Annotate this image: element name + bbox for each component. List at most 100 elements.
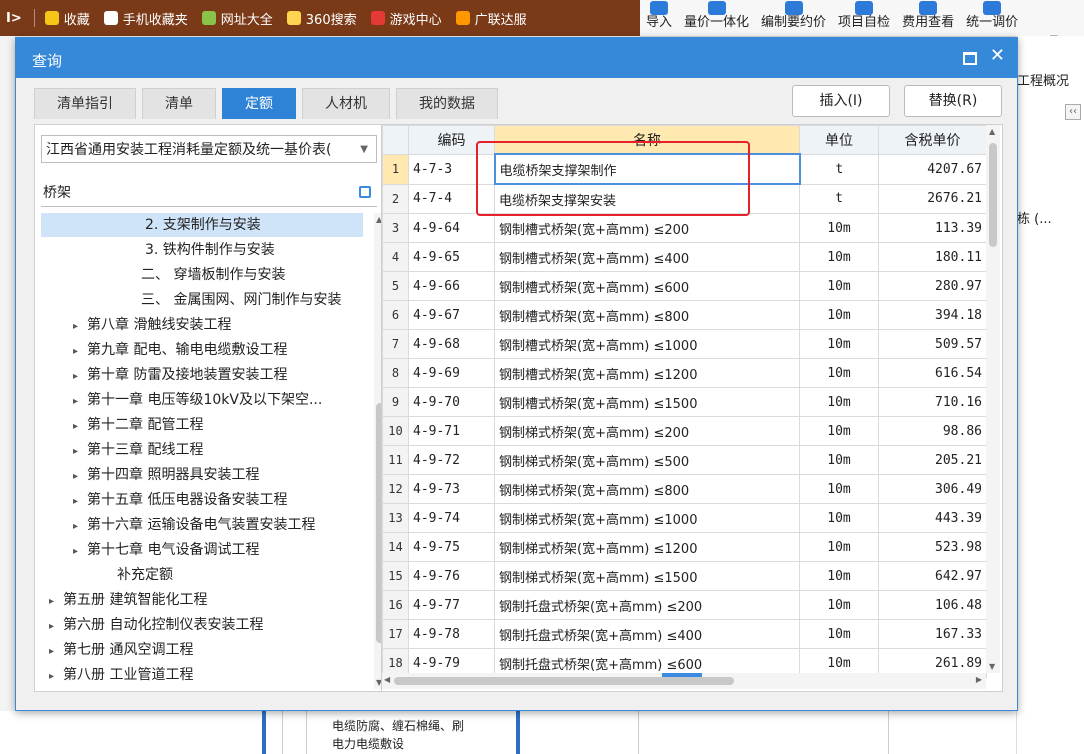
- tree-item[interactable]: ▸ 第十四章 照明器具安装工程: [41, 463, 363, 487]
- name-cell[interactable]: 钢制槽式桥架(宽+高mm) ≤600: [494, 271, 800, 301]
- price-cell[interactable]: 523.98: [878, 532, 987, 562]
- row-number-cell[interactable]: 4: [382, 242, 409, 272]
- row-number-cell[interactable]: 5: [382, 271, 409, 301]
- expand-icon[interactable]: ▸: [73, 440, 87, 464]
- tab-item[interactable]: 人材机: [302, 88, 390, 119]
- table-row[interactable]: 17 4-9-78 钢制托盘式桥架(宽+高mm) ≤400 10m 167.33: [382, 619, 987, 649]
- tree-item[interactable]: 电缆防腐、缠石棉绳、刷: [332, 717, 464, 734]
- name-cell[interactable]: 钢制槽式桥架(宽+高mm) ≤1000: [494, 329, 800, 359]
- ribbon-button[interactable]: 统一调价: [960, 1, 1024, 36]
- name-cell[interactable]: 钢制槽式桥架(宽+高mm) ≤1500: [494, 387, 800, 417]
- name-cell[interactable]: 钢制梯式桥架(宽+高mm) ≤500: [494, 445, 800, 475]
- tab-item[interactable]: 清单: [142, 88, 216, 119]
- tree-item[interactable]: ▸ 第七册 通风空调工程: [41, 638, 363, 662]
- tree-item[interactable]: ▸ 第八章 滑触线安装工程: [41, 313, 363, 337]
- bookmark-item[interactable]: 收藏: [44, 9, 90, 28]
- sidebar-toggle-icon[interactable]: I>: [6, 11, 22, 26]
- table-row[interactable]: 4 4-9-65 钢制槽式桥架(宽+高mm) ≤400 10m 180.11: [382, 242, 987, 272]
- row-number-cell[interactable]: 16: [382, 590, 409, 620]
- row-number-cell[interactable]: 15: [382, 561, 409, 591]
- expand-icon[interactable]: ▸: [73, 315, 87, 339]
- table-row[interactable]: 1 4-7-3 电缆桥架支撑架制作 t 4207.67: [382, 153, 987, 185]
- unit-cell[interactable]: 10m: [799, 503, 879, 533]
- tree-item[interactable]: 2. 支架制作与安装: [41, 213, 363, 237]
- unit-cell[interactable]: 10m: [799, 358, 879, 388]
- project-overview-label[interactable]: 工程概况: [1017, 70, 1069, 89]
- bookmark-item[interactable]: 游戏中心: [370, 9, 442, 28]
- table-row[interactable]: 3 4-9-64 钢制槽式桥架(宽+高mm) ≤200 10m 113.39: [382, 213, 987, 243]
- table-row[interactable]: 2 4-7-4 电缆桥架支撑架安装 t 2676.21: [382, 183, 987, 214]
- table-row[interactable]: 5 4-9-66 钢制槽式桥架(宽+高mm) ≤600 10m 280.97: [382, 271, 987, 301]
- tab-item[interactable]: 定额: [222, 88, 296, 119]
- collapse-icon[interactable]: ‹‹: [1065, 104, 1081, 120]
- tree-item[interactable]: 电力电缆敷设: [332, 735, 404, 752]
- chevron-down-icon[interactable]: ▼: [360, 136, 368, 162]
- search-input[interactable]: 桥架: [41, 179, 377, 207]
- name-cell[interactable]: 电缆桥架支撑架安装: [494, 183, 800, 214]
- table-row[interactable]: 10 4-9-71 钢制梯式桥架(宽+高mm) ≤200 10m 98.86: [382, 416, 987, 446]
- price-column-header[interactable]: 含税单价: [878, 125, 987, 155]
- row-number-cell[interactable]: 17: [382, 619, 409, 649]
- unit-cell[interactable]: 10m: [799, 213, 879, 243]
- code-cell[interactable]: 4-9-76: [408, 561, 495, 591]
- tree-item[interactable]: 3. 铁构件制作与安装: [41, 238, 363, 262]
- unit-cell[interactable]: 10m: [799, 242, 879, 272]
- tree-item[interactable]: ▸ 第十六章 运输设备电气装置安装工程: [41, 513, 363, 537]
- dialog-title-bar[interactable]: 查询 ✕: [16, 38, 1017, 78]
- table-row[interactable]: 8 4-9-69 钢制槽式桥架(宽+高mm) ≤1200 10m 616.54: [382, 358, 987, 388]
- name-cell[interactable]: 钢制槽式桥架(宽+高mm) ≤200: [494, 213, 800, 243]
- price-cell[interactable]: 443.39: [878, 503, 987, 533]
- expand-icon[interactable]: ▸: [73, 365, 87, 389]
- table-row[interactable]: 11 4-9-72 钢制梯式桥架(宽+高mm) ≤500 10m 205.21: [382, 445, 987, 475]
- price-cell[interactable]: 509.57: [878, 329, 987, 359]
- tree-item[interactable]: ▸ 第九章 配电、输电电缆敷设工程: [41, 338, 363, 362]
- expand-icon[interactable]: ▸: [73, 415, 87, 439]
- code-cell[interactable]: 4-9-66: [408, 271, 495, 301]
- tree-item[interactable]: ▸ 第十一章 电压等级10kV及以下架空...: [41, 388, 363, 412]
- expand-icon[interactable]: ▸: [73, 540, 87, 564]
- bookmark-item[interactable]: 广联达服: [455, 9, 527, 28]
- expand-icon[interactable]: ▸: [49, 590, 63, 614]
- price-cell[interactable]: 106.48: [878, 590, 987, 620]
- name-cell[interactable]: 钢制托盘式桥架(宽+高mm) ≤200: [494, 590, 800, 620]
- code-cell[interactable]: 4-9-67: [408, 300, 495, 330]
- splitter-handle[interactable]: [662, 673, 702, 677]
- expand-icon[interactable]: ▸: [73, 390, 87, 414]
- table-row[interactable]: 7 4-9-68 钢制槽式桥架(宽+高mm) ≤1000 10m 509.57: [382, 329, 987, 359]
- ribbon-button[interactable]: 编制要约价: [755, 1, 832, 36]
- row-number-cell[interactable]: 6: [382, 300, 409, 330]
- price-cell[interactable]: 167.33: [878, 619, 987, 649]
- price-cell[interactable]: 98.86: [878, 416, 987, 446]
- code-cell[interactable]: 4-9-68: [408, 329, 495, 359]
- expand-icon[interactable]: ▸: [49, 615, 63, 639]
- unit-cell[interactable]: 10m: [799, 416, 879, 446]
- price-cell[interactable]: 306.49: [878, 474, 987, 504]
- tree-item[interactable]: ▸ 第十二章 配管工程: [41, 413, 363, 437]
- code-cell[interactable]: 4-9-64: [408, 213, 495, 243]
- search-icon[interactable]: [359, 186, 371, 198]
- table-vertical-scrollbar[interactable]: ▲ ▼: [986, 125, 1000, 673]
- name-cell[interactable]: 钢制梯式桥架(宽+高mm) ≤1500: [494, 561, 800, 591]
- code-cell[interactable]: 4-9-75: [408, 532, 495, 562]
- name-cell[interactable]: 钢制梯式桥架(宽+高mm) ≤1200: [494, 532, 800, 562]
- tree-item[interactable]: ▸ 第十三章 配线工程: [41, 438, 363, 462]
- row-number-cell[interactable]: 3: [382, 213, 409, 243]
- price-cell[interactable]: 113.39: [878, 213, 987, 243]
- price-cell[interactable]: 205.21: [878, 445, 987, 475]
- replace-button[interactable]: 替换(R): [904, 85, 1002, 117]
- price-cell[interactable]: 394.18: [878, 300, 987, 330]
- unit-cell[interactable]: 10m: [799, 561, 879, 591]
- row-number-cell[interactable]: 9: [382, 387, 409, 417]
- unit-cell[interactable]: 10m: [799, 387, 879, 417]
- name-column-header[interactable]: 名称: [494, 125, 800, 155]
- table-row[interactable]: 14 4-9-75 钢制梯式桥架(宽+高mm) ≤1200 10m 523.98: [382, 532, 987, 562]
- code-column-header[interactable]: 编码: [408, 125, 495, 155]
- table-horizontal-scrollbar[interactable]: ◀ ▶: [382, 673, 986, 689]
- price-cell[interactable]: 642.97: [878, 561, 987, 591]
- row-number-cell[interactable]: 1: [382, 153, 409, 185]
- tree-item[interactable]: ▸ 第六册 自动化控制仪表安装工程: [41, 613, 363, 637]
- table-row[interactable]: 16 4-9-77 钢制托盘式桥架(宽+高mm) ≤200 10m 106.48: [382, 590, 987, 620]
- name-cell[interactable]: 钢制梯式桥架(宽+高mm) ≤1000: [494, 503, 800, 533]
- unit-cell[interactable]: 10m: [799, 532, 879, 562]
- tab-item[interactable]: 我的数据: [396, 88, 498, 119]
